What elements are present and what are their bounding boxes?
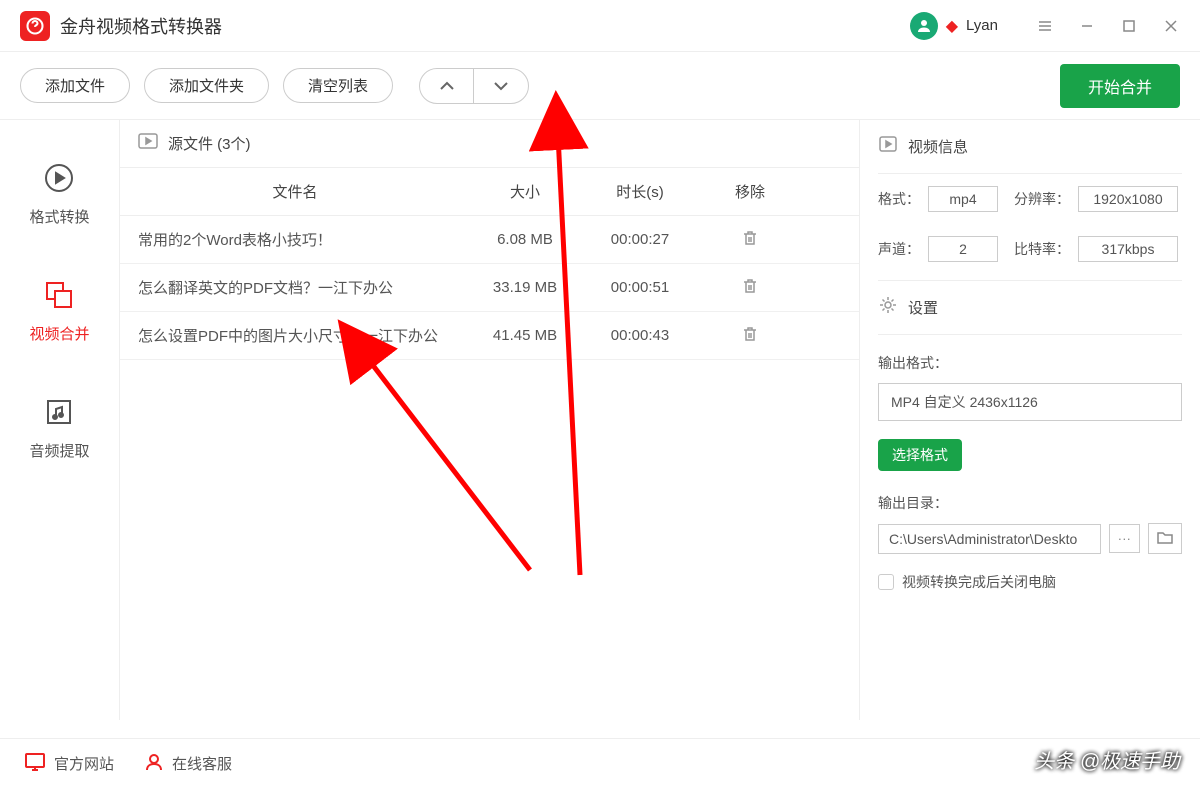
- video-info-icon: [878, 134, 898, 159]
- close-button[interactable]: [1158, 13, 1184, 39]
- table-head: 文件名 大小 时长(s) 移除: [120, 168, 859, 216]
- official-website-link[interactable]: 官方网站: [24, 752, 114, 776]
- delete-icon[interactable]: [741, 330, 759, 347]
- sidebar-item-audio-extract[interactable]: 音频提取: [29, 394, 89, 461]
- minimize-button[interactable]: [1074, 13, 1100, 39]
- watermark: 头条 @极速手助: [1034, 745, 1180, 774]
- avatar[interactable]: [910, 12, 938, 40]
- output-dir-input[interactable]: C:\Users\Administrator\Deskto: [878, 524, 1101, 554]
- toolbar: 添加文件 添加文件夹 清空列表 开始合并: [0, 52, 1200, 120]
- service-icon: [144, 752, 164, 776]
- bitrate-label: 比特率：: [1014, 239, 1070, 259]
- add-folder-button[interactable]: 添加文件夹: [144, 68, 269, 103]
- right-panel: 视频信息 格式： mp4 分辨率： 1920x1080 声道： 2 比特率： 3…: [860, 120, 1200, 720]
- output-dir-label: 输出目录：: [878, 493, 1182, 513]
- file-list-header: 源文件 (3个): [120, 120, 859, 168]
- cell-duration: 00:00:51: [580, 279, 700, 296]
- settings-header: 设置: [878, 281, 1182, 335]
- delete-icon[interactable]: [741, 234, 759, 251]
- reorder-group: [419, 68, 529, 104]
- merge-icon: [41, 277, 77, 313]
- sidebar-item-format-convert[interactable]: 格式转换: [29, 160, 89, 227]
- video-info-title: 视频信息: [908, 136, 968, 157]
- file-list-title: 源文件 (3个): [168, 133, 251, 154]
- resolution-value: 1920x1080: [1078, 186, 1178, 212]
- audio-icon: [41, 394, 77, 430]
- clear-list-button[interactable]: 清空列表: [283, 68, 393, 103]
- convert-icon: [41, 160, 77, 196]
- open-folder-button[interactable]: [1148, 523, 1182, 554]
- settings-icon: [878, 295, 898, 320]
- shutdown-checkbox-row[interactable]: 视频转换完成后关闭电脑: [878, 572, 1182, 592]
- vip-icon: ◆: [946, 16, 958, 36]
- online-service-link[interactable]: 在线客服: [144, 752, 232, 776]
- col-header-duration: 时长(s): [580, 181, 700, 202]
- app-logo: [20, 11, 50, 41]
- shutdown-checkbox[interactable]: [878, 574, 894, 590]
- titlebar: 金舟视频格式转换器 ◆ Lyan: [0, 0, 1200, 52]
- cell-size: 6.08 MB: [470, 231, 580, 248]
- username: Lyan: [966, 17, 998, 34]
- col-header-size: 大小: [470, 181, 580, 202]
- start-merge-button[interactable]: 开始合并: [1060, 64, 1180, 108]
- choose-format-button[interactable]: 选择格式: [878, 439, 962, 471]
- channel-label: 声道：: [878, 239, 920, 259]
- col-header-name: 文件名: [120, 181, 470, 202]
- delete-icon[interactable]: [741, 282, 759, 299]
- table-row[interactable]: 常用的2个Word表格小技巧！ 6.08 MB 00:00:27: [120, 216, 859, 264]
- resolution-label: 分辨率：: [1014, 189, 1070, 209]
- cell-name: 怎么设置PDF中的图片大小尺寸？一江下办公: [120, 325, 470, 346]
- shutdown-label: 视频转换完成后关闭电脑: [902, 572, 1056, 592]
- table-row[interactable]: 怎么设置PDF中的图片大小尺寸？一江下办公 41.45 MB 00:00:43: [120, 312, 859, 360]
- cell-size: 33.19 MB: [470, 279, 580, 296]
- move-up-button[interactable]: [420, 69, 474, 103]
- settings-title: 设置: [908, 297, 938, 318]
- cell-duration: 00:00:43: [580, 327, 700, 344]
- user-area: ◆ Lyan: [910, 12, 1184, 40]
- cell-name: 怎么翻译英文的PDF文档？一江下办公: [120, 277, 470, 298]
- menu-icon[interactable]: [1032, 13, 1058, 39]
- sidebar-label-audio: 音频提取: [29, 440, 89, 461]
- app-title: 金舟视频格式转换器: [60, 13, 910, 39]
- more-dir-button[interactable]: ···: [1109, 524, 1140, 553]
- table-row[interactable]: 怎么翻译英文的PDF文档？一江下办公 33.19 MB 00:00:51: [120, 264, 859, 312]
- channel-value: 2: [928, 236, 998, 262]
- output-format-value[interactable]: MP4 自定义 2436x1126: [878, 383, 1182, 421]
- video-info-header: 视频信息: [878, 120, 1182, 174]
- maximize-button[interactable]: [1116, 13, 1142, 39]
- format-label: 格式：: [878, 189, 920, 209]
- footer: 官方网站 在线客服: [0, 738, 1200, 788]
- service-label: 在线客服: [172, 753, 232, 774]
- bitrate-value: 317kbps: [1078, 236, 1178, 262]
- output-format-label: 输出格式：: [878, 353, 1182, 373]
- sidebar: 格式转换 视频合并 音频提取: [0, 120, 120, 720]
- file-list-panel: 源文件 (3个) 文件名 大小 时长(s) 移除 常用的2个Word表格小技巧！…: [120, 120, 860, 720]
- website-label: 官方网站: [54, 753, 114, 774]
- sidebar-label-convert: 格式转换: [29, 206, 89, 227]
- cell-size: 41.45 MB: [470, 327, 580, 344]
- source-file-icon: [138, 133, 158, 154]
- website-icon: [24, 752, 46, 776]
- move-down-button[interactable]: [474, 69, 528, 103]
- col-header-delete: 移除: [700, 181, 800, 202]
- sidebar-item-video-merge[interactable]: 视频合并: [29, 277, 89, 344]
- cell-name: 常用的2个Word表格小技巧！: [120, 229, 470, 250]
- main: 格式转换 视频合并 音频提取 源文件 (3个) 文件名 大小 时长(s): [0, 120, 1200, 720]
- sidebar-label-merge: 视频合并: [29, 323, 89, 344]
- cell-duration: 00:00:27: [580, 231, 700, 248]
- format-value: mp4: [928, 186, 998, 212]
- add-file-button[interactable]: 添加文件: [20, 68, 130, 103]
